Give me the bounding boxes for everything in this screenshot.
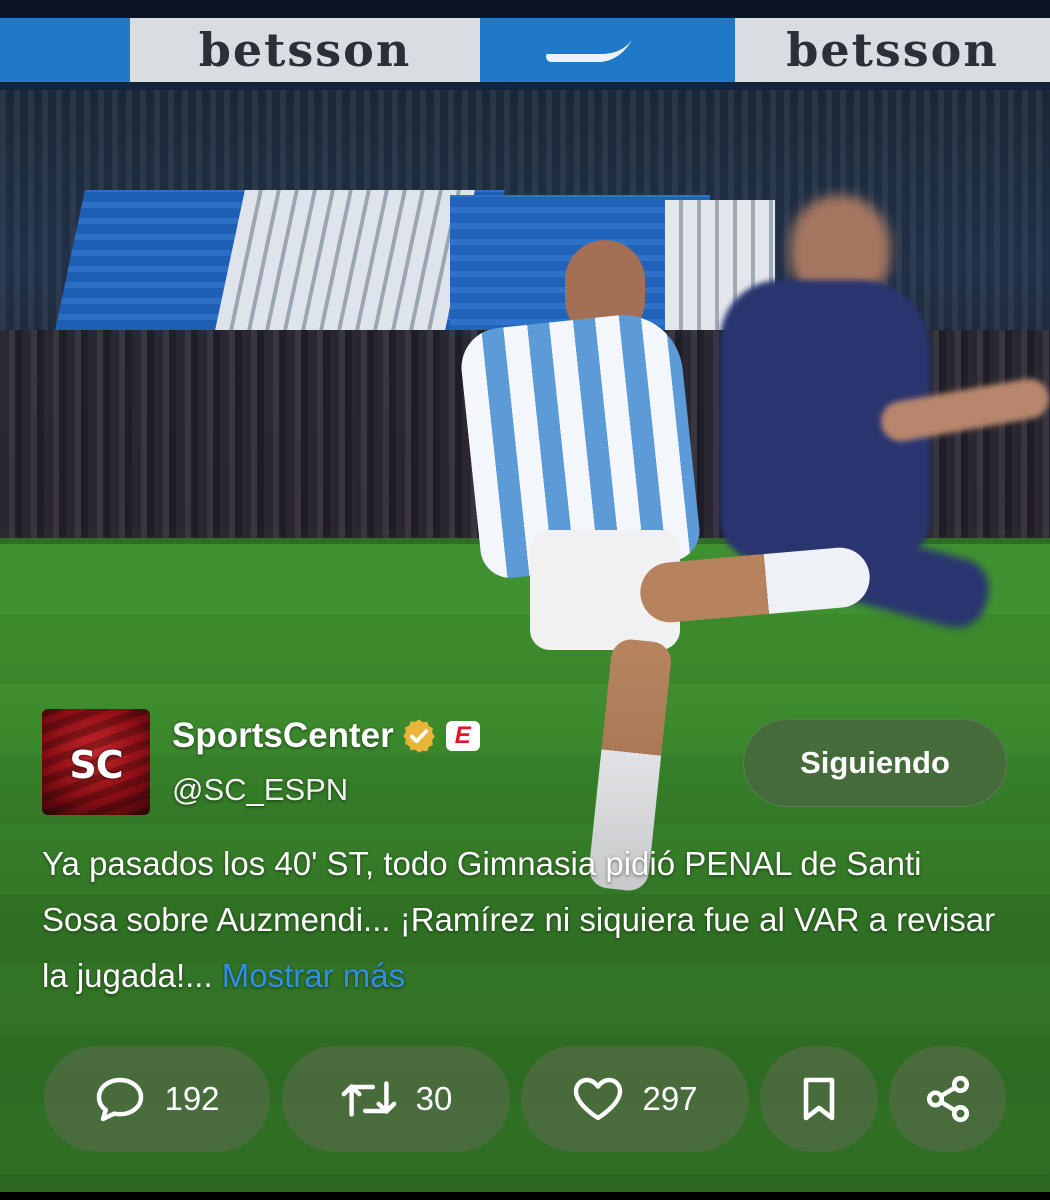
bookmark-icon <box>803 1077 835 1121</box>
retweet-count: 30 <box>415 1080 453 1117</box>
heart-icon <box>574 1077 623 1121</box>
share-button[interactable] <box>889 1046 1006 1152</box>
bottom-edge <box>0 1192 1050 1200</box>
retweet-button[interactable]: 30 <box>282 1046 510 1152</box>
espn-affiliate-icon: E <box>445 721 480 751</box>
author-name-row[interactable]: SportsCenter E <box>172 714 480 758</box>
tweet-body: Ya pasados los 40' ST, todo Gimnasia pid… <box>42 845 996 994</box>
like-count: 297 <box>642 1080 698 1117</box>
retweet-icon <box>341 1081 396 1117</box>
video-shade <box>0 0 1050 1192</box>
avatar[interactable]: SC <box>42 709 150 815</box>
avatar-logo-text: SC <box>69 743 123 787</box>
reply-button[interactable]: 192 <box>44 1046 270 1152</box>
reply-count: 192 <box>164 1080 220 1117</box>
reply-icon <box>97 1077 144 1122</box>
espn-affiliate-letter: E <box>454 722 471 749</box>
bookmark-button[interactable] <box>760 1046 878 1152</box>
video-player[interactable]: betsson betsson <box>0 0 1050 1192</box>
action-bar: 192 30 297 <box>0 1046 1050 1152</box>
following-button[interactable]: Siguiendo <box>743 719 1007 807</box>
share-icon <box>926 1075 969 1123</box>
tweet-text: Ya pasados los 40' ST, todo Gimnasia pid… <box>42 836 1002 1004</box>
display-name[interactable]: SportsCenter <box>172 716 394 756</box>
like-button[interactable]: 297 <box>521 1046 749 1152</box>
author-handle[interactable]: @SC_ESPN <box>172 772 348 808</box>
verified-badge-icon <box>400 717 438 755</box>
show-more-link[interactable]: Mostrar más <box>222 957 405 994</box>
